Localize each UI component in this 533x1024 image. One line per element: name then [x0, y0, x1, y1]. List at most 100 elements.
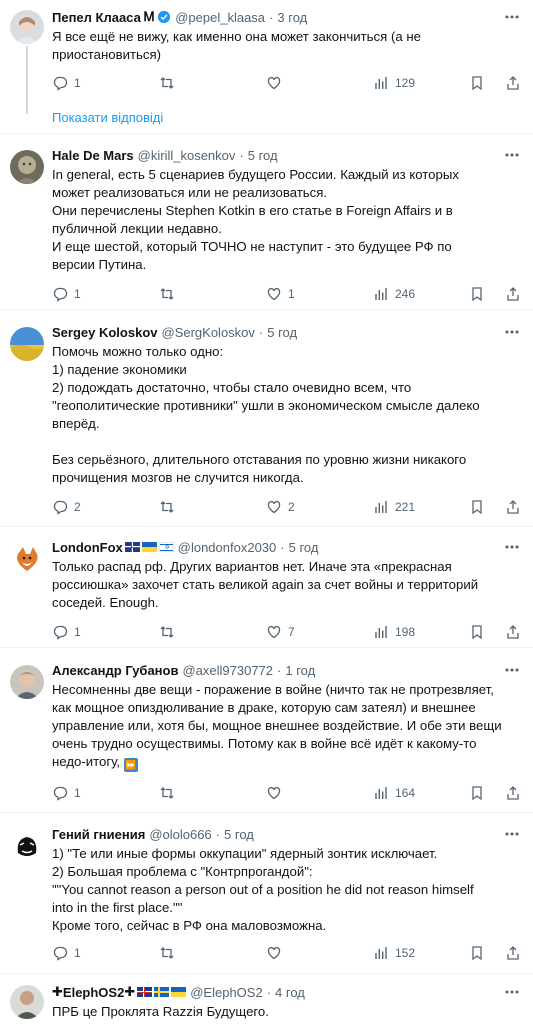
tweet[interactable]: Пепел Клааса Ꮇ @pepel_klaasa · 3 год Я в…: [0, 0, 533, 130]
more-options-icon[interactable]: [503, 540, 521, 554]
retweet-icon: [160, 501, 174, 513]
heart-icon: [267, 786, 281, 800]
avatar[interactable]: [10, 829, 44, 863]
more-options-icon[interactable]: [503, 827, 521, 841]
like-button[interactable]: 7: [266, 624, 373, 640]
timestamp[interactable]: 5 год: [248, 148, 278, 163]
view-count: 152: [395, 946, 416, 960]
avatar[interactable]: [10, 542, 44, 576]
like-button[interactable]: [266, 785, 373, 801]
more-options-icon[interactable]: [503, 663, 521, 677]
like-button[interactable]: 1: [266, 286, 373, 302]
author-handle[interactable]: @SergKoloskov: [162, 325, 255, 340]
author-name[interactable]: Пепел Клааса: [52, 10, 141, 25]
ukraine-flag-icon: [171, 987, 187, 997]
tweet[interactable]: Гений гниения @ololo666 · 5 год 1) "Те и…: [0, 817, 533, 974]
tweet[interactable]: Hale De Mars @kirill_kosenkov · 5 год In…: [0, 138, 533, 310]
bookmark-icon[interactable]: [469, 785, 485, 801]
author-name[interactable]: Гений гниения: [52, 827, 145, 842]
separator-dot: ·: [280, 539, 285, 555]
tweet-text-body: Несомненны две вещи - поражение в войне …: [52, 682, 502, 769]
reply-count: 1: [74, 625, 81, 639]
author-name[interactable]: Sergey Koloskov: [52, 325, 158, 340]
view-count: 164: [395, 786, 416, 800]
reply-button[interactable]: 2: [52, 499, 159, 515]
reply-button[interactable]: 1: [52, 945, 159, 961]
author-name[interactable]: ElephOS2: [63, 985, 124, 1000]
tweet-text: Несомненны две вещи - поражение в войне …: [52, 681, 521, 772]
author-handle[interactable]: @ElephOS2: [190, 985, 262, 1000]
views-icon: [375, 77, 387, 89]
author-name[interactable]: Александр Губанов: [52, 663, 178, 678]
like-button[interactable]: [266, 945, 373, 961]
more-options-icon[interactable]: [503, 10, 521, 24]
avatar[interactable]: [10, 665, 44, 699]
retweet-icon: [160, 288, 174, 300]
tweet-text: Помочь можно только одно: 1) падение эко…: [52, 344, 480, 485]
more-options-icon[interactable]: [503, 985, 521, 999]
share-icon[interactable]: [505, 75, 521, 91]
author-handle[interactable]: @pepel_klaasa: [175, 10, 265, 25]
share-icon[interactable]: [505, 945, 521, 961]
view-count: 129: [395, 76, 416, 90]
separator-dot: ·: [269, 9, 274, 25]
views-icon: [375, 947, 387, 959]
tweet[interactable]: LondonFox ✡ @londonfox2030 · 5 год Тольк…: [0, 530, 533, 648]
tweet-text: Только распад рф. Других вариантов нет. …: [52, 559, 479, 610]
reply-button[interactable]: 1: [52, 75, 159, 91]
author-name[interactable]: Hale De Mars: [52, 148, 134, 163]
timestamp[interactable]: 1 год: [285, 663, 315, 678]
timestamp[interactable]: 3 год: [277, 10, 307, 25]
bookmark-icon[interactable]: [469, 286, 485, 302]
heart-icon: [267, 76, 281, 90]
retweet-button[interactable]: [159, 286, 266, 302]
bookmark-icon[interactable]: [469, 624, 485, 640]
more-options-icon[interactable]: [503, 148, 521, 162]
avatar[interactable]: [10, 10, 44, 44]
author-handle[interactable]: @axell9730772: [182, 663, 273, 678]
tweet[interactable]: ✚ ElephOS2 ✚ @ElephOS2 · 4 год ПРБ це Пр…: [0, 977, 533, 1024]
like-button[interactable]: 2: [266, 499, 373, 515]
retweet-button[interactable]: [159, 75, 266, 91]
separator-dot: ·: [215, 826, 221, 842]
cross-icon: ✚: [124, 984, 136, 999]
like-count: 2: [288, 500, 295, 514]
retweet-button[interactable]: [159, 785, 266, 801]
avatar[interactable]: [10, 327, 44, 361]
timestamp[interactable]: 5 год: [267, 325, 297, 340]
like-button[interactable]: [266, 75, 373, 91]
reply-button[interactable]: 1: [52, 785, 159, 801]
share-icon[interactable]: [505, 286, 521, 302]
share-icon[interactable]: [505, 499, 521, 515]
timestamp[interactable]: 5 год: [224, 827, 254, 842]
reply-button[interactable]: 1: [52, 624, 159, 640]
author-name[interactable]: LondonFox: [52, 540, 123, 555]
avatar[interactable]: [10, 150, 44, 184]
share-icon[interactable]: [505, 624, 521, 640]
bookmark-icon[interactable]: [469, 499, 485, 515]
retweet-button[interactable]: [159, 624, 266, 640]
author-handle[interactable]: @londonfox2030: [178, 540, 277, 555]
avatar[interactable]: [10, 985, 44, 1019]
view-count: 246: [395, 287, 416, 301]
views-icon: [375, 501, 387, 513]
timestamp[interactable]: 4 год: [275, 985, 305, 1000]
author-handle[interactable]: @ololo666: [149, 827, 211, 842]
reply-count: 2: [74, 500, 81, 514]
author-handle[interactable]: @kirill_kosenkov: [138, 148, 236, 163]
retweet-icon: [160, 787, 174, 799]
show-replies-link[interactable]: Показати відповіді: [52, 110, 163, 125]
tweet[interactable]: Александр Губанов @axell9730772 · 1 год …: [0, 653, 533, 813]
bookmark-icon[interactable]: [469, 75, 485, 91]
timestamp[interactable]: 5 год: [289, 540, 319, 555]
share-icon[interactable]: [505, 785, 521, 801]
reply-icon: [53, 946, 68, 961]
reply-icon: [53, 287, 68, 302]
more-options-icon[interactable]: [503, 325, 521, 339]
reply-button[interactable]: 1: [52, 286, 159, 302]
retweet-button[interactable]: [159, 499, 266, 515]
reply-count: 1: [74, 76, 81, 90]
bookmark-icon[interactable]: [469, 945, 485, 961]
retweet-button[interactable]: [159, 945, 266, 961]
tweet[interactable]: Sergey Koloskov @SergKoloskov · 5 год По…: [0, 315, 533, 527]
